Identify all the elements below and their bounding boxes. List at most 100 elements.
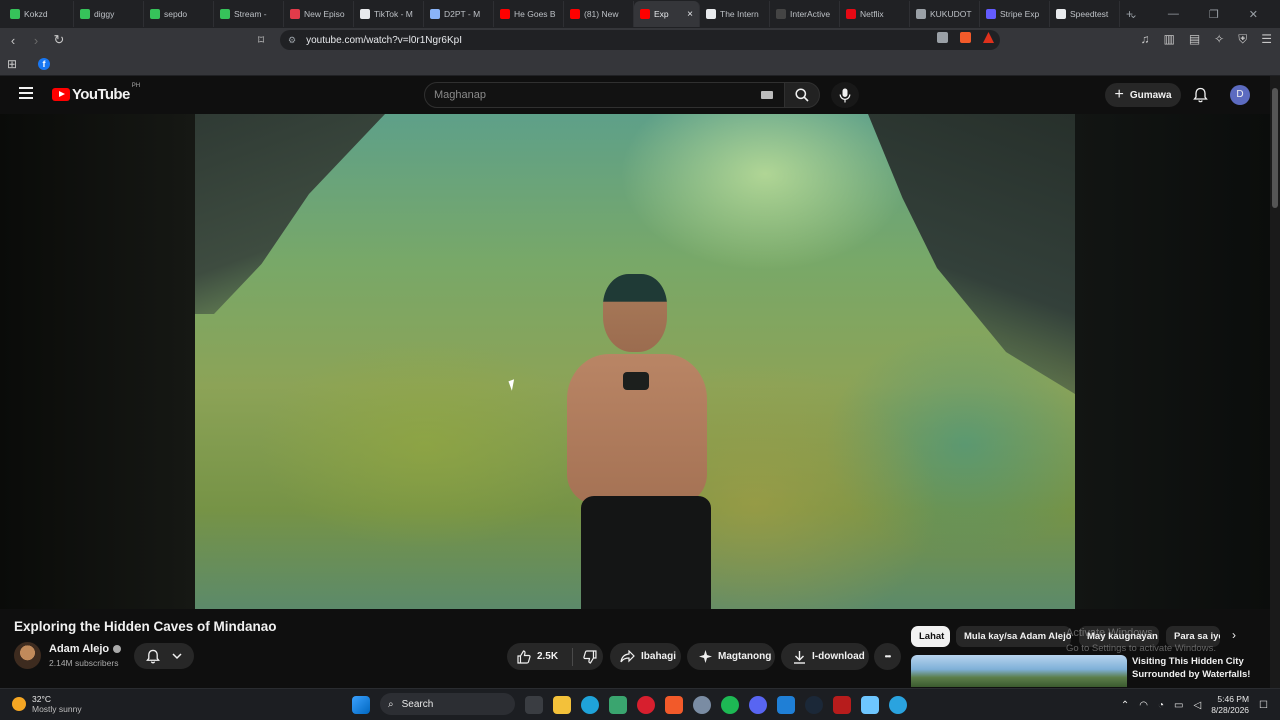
- windows-start-icon[interactable]: [352, 696, 370, 714]
- browser-tab[interactable]: sepdo: [144, 1, 214, 27]
- steam-icon[interactable]: [805, 696, 823, 714]
- volume-icon[interactable]: ◁: [1194, 700, 1202, 711]
- system-tray: ⌃ ◠ ◔ ▭ ◁ 5:46 PM 8/28/2026 ☐: [1121, 694, 1268, 716]
- translate-icon[interactable]: [937, 32, 948, 43]
- browser-tab[interactable]: (81) New: [564, 1, 634, 27]
- page-scrollbar[interactable]: [1270, 76, 1280, 688]
- channel-name[interactable]: Adam Alejo: [49, 643, 122, 655]
- app-red-icon[interactable]: [833, 696, 851, 714]
- brave-shield-icon[interactable]: [960, 32, 971, 43]
- filter-chip[interactable]: Lahat: [911, 626, 950, 647]
- edge-icon[interactable]: [581, 696, 599, 714]
- close-tab-icon[interactable]: ×: [687, 9, 693, 20]
- telegram-icon[interactable]: [889, 696, 907, 714]
- thumbs-down-icon[interactable]: [583, 649, 597, 664]
- channel-avatar[interactable]: [14, 642, 41, 669]
- browser-tab[interactable]: TikTok - M: [354, 1, 424, 27]
- reload-icon[interactable]: ↻: [49, 32, 69, 48]
- recommended-video-title[interactable]: Visiting This Hidden City Surrounded by …: [1132, 655, 1262, 681]
- account-avatar[interactable]: D: [1230, 85, 1250, 105]
- file-explorer-icon[interactable]: [553, 696, 571, 714]
- clock-time: 5:46 PM: [1217, 694, 1250, 704]
- browser-tab[interactable]: Stream -: [214, 1, 284, 27]
- video-title: Exploring the Hidden Caves of Mindanao: [14, 619, 277, 634]
- back-icon[interactable]: ‹: [3, 33, 23, 48]
- browser-tab[interactable]: New Episo: [284, 1, 354, 27]
- bookmark-icon[interactable]: ⌑: [258, 33, 264, 47]
- browser-tab[interactable]: Speedtest: [1050, 1, 1120, 27]
- forward-icon[interactable]: ›: [26, 33, 46, 48]
- browser-tab[interactable]: KUKUDOT: [910, 1, 980, 27]
- subscribed-button[interactable]: [134, 643, 194, 669]
- display-icon[interactable]: ▭: [1174, 700, 1183, 711]
- browser-tab[interactable]: Kokzd: [4, 1, 74, 27]
- tray-overflow-icon[interactable]: ⌃: [1121, 700, 1129, 711]
- download-button[interactable]: I-download: [781, 643, 869, 670]
- tab-title: He Goes B: [514, 9, 556, 19]
- keyboard-icon[interactable]: [761, 91, 773, 99]
- like-count[interactable]: 2.5K: [537, 651, 558, 662]
- brave-icon[interactable]: [665, 696, 683, 714]
- browser-tab[interactable]: He Goes B: [494, 1, 564, 27]
- search-button[interactable]: [784, 82, 820, 108]
- store-icon[interactable]: [609, 696, 627, 714]
- settings-icon[interactable]: [693, 696, 711, 714]
- network-icon[interactable]: ◠: [1139, 700, 1148, 711]
- spotify-icon[interactable]: [721, 696, 739, 714]
- guide-menu-icon[interactable]: [19, 87, 33, 102]
- browser-tab-active[interactable]: Exp ×: [634, 1, 700, 27]
- address-bar[interactable]: ⚙ youtube.com/watch?v=l0r1Ngr6KpI: [280, 30, 1000, 50]
- menu-icon[interactable]: ☰: [1261, 32, 1272, 47]
- site-info-icon[interactable]: ⚙: [288, 35, 296, 46]
- brave-rewards-icon[interactable]: [983, 32, 994, 43]
- share-button[interactable]: Ibahagi: [610, 643, 681, 670]
- browser-tab[interactable]: D2PT - M: [424, 1, 494, 27]
- weather-widget[interactable]: 32°C Mostly sunny: [12, 694, 82, 714]
- vscode-icon[interactable]: [777, 696, 795, 714]
- wallet-icon[interactable]: ▤: [1189, 32, 1200, 47]
- apps-grid-icon[interactable]: ⊞: [7, 57, 17, 71]
- search-input[interactable]: Maghanap: [424, 82, 786, 108]
- notification-center-icon[interactable]: ☐: [1259, 700, 1268, 711]
- video-frame[interactable]: [195, 114, 1075, 609]
- tab-favicon-icon: [1056, 9, 1066, 19]
- recommended-video-thumbnail[interactable]: [911, 655, 1127, 687]
- discord-icon[interactable]: [749, 696, 767, 714]
- close-window-icon[interactable]: ✕: [1249, 8, 1258, 21]
- media-icon[interactable]: ♫: [1140, 32, 1149, 47]
- vpn-icon[interactable]: ⛨: [1238, 32, 1247, 47]
- weather-condition: Mostly sunny: [32, 704, 82, 714]
- browser-tab[interactable]: Stripe Exp: [980, 1, 1050, 27]
- ask-button[interactable]: Magtanong: [687, 643, 775, 670]
- create-button[interactable]: + Gumawa: [1105, 83, 1181, 107]
- opera-icon[interactable]: [637, 696, 655, 714]
- chevron-down-icon: [172, 653, 182, 660]
- task-view-icon[interactable]: [525, 696, 543, 714]
- chips-next-icon[interactable]: ›: [1232, 628, 1248, 646]
- tab-title: diggy: [94, 9, 115, 19]
- tab-list-icon[interactable]: ⌄: [1129, 8, 1138, 21]
- wifi-icon[interactable]: ◔: [1158, 700, 1164, 711]
- facebook-bookmark-icon[interactable]: f: [38, 58, 50, 70]
- browser-tab[interactable]: InterActive: [770, 1, 840, 27]
- voice-search-button[interactable]: [831, 82, 859, 108]
- video-player[interactable]: [0, 114, 1270, 609]
- browser-tab[interactable]: diggy: [74, 1, 144, 27]
- scrollbar-thumb[interactable]: [1272, 88, 1278, 208]
- clock[interactable]: 5:46 PM 8/28/2026: [1211, 694, 1249, 716]
- youtube-logo[interactable]: YouTube PH: [52, 83, 140, 103]
- restore-icon[interactable]: ❐: [1209, 8, 1219, 21]
- thumbs-up-icon[interactable]: [517, 649, 531, 664]
- browser-tab[interactable]: The Intern: [700, 1, 770, 27]
- more-actions-button[interactable]: •••: [874, 643, 901, 670]
- youtube-play-icon: [52, 88, 70, 101]
- notifications-bell-icon[interactable]: [1193, 87, 1208, 103]
- notepad-icon[interactable]: [861, 696, 879, 714]
- browser-tab[interactable]: Netflix: [840, 1, 910, 27]
- minimize-icon[interactable]: —: [1168, 8, 1179, 20]
- sidebar-icon[interactable]: ▥: [1163, 32, 1174, 47]
- filter-chip[interactable]: Mula kay/sa Adam Alejo: [956, 626, 1071, 647]
- ask-label: Magtanong: [718, 651, 772, 662]
- taskbar-search[interactable]: ⌕ Search: [380, 693, 515, 715]
- leo-icon[interactable]: ✧: [1214, 32, 1224, 47]
